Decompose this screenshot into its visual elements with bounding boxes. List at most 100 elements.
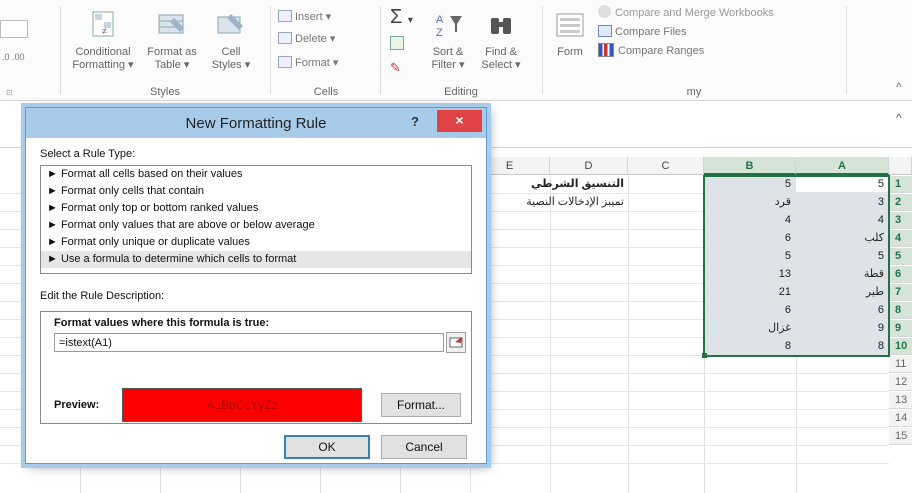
row-header-1[interactable]: 1	[889, 176, 912, 193]
rule-type-item-selected[interactable]: ► Use a formula to determine which cells…	[41, 251, 471, 268]
rule-type-list[interactable]: ► Format all cells based on their values…	[40, 165, 472, 274]
number-group-partial: .0 .00 ⊡	[0, 0, 58, 101]
rule-type-item[interactable]: ► Format all cells based on their values	[41, 166, 471, 183]
compare-ranges-button[interactable]: Compare Ranges	[598, 42, 704, 60]
clear-icon[interactable]: ✎	[390, 60, 401, 76]
conditional-formatting-icon: ≠	[87, 10, 119, 40]
compare-merge-icon	[598, 5, 611, 18]
range-picker-button[interactable]	[446, 332, 466, 353]
fill-icon[interactable]	[390, 36, 404, 50]
row-header-8[interactable]: 8	[889, 302, 912, 319]
row-header-9[interactable]: 9	[889, 320, 912, 337]
cell-b10[interactable]: 8	[704, 338, 796, 355]
form-icon	[554, 10, 586, 40]
number-format-dropdown[interactable]	[0, 20, 28, 38]
cells-group-label: Cells	[313, 86, 339, 98]
column-header-c[interactable]: C	[628, 157, 704, 175]
row-header-14[interactable]: 14	[889, 410, 912, 427]
cell-b5[interactable]: 5	[704, 248, 796, 265]
cell-d2[interactable]: تميبز الإدخالات النصية	[470, 194, 628, 211]
cell-b9[interactable]: غزال	[704, 320, 796, 337]
styles-group: ≠ Conditional Formatting ▾ Format as Tab…	[62, 0, 268, 101]
row-header-2[interactable]: 2	[889, 194, 912, 211]
row-header-3[interactable]: 3	[889, 212, 912, 229]
cell-styles-button[interactable]: Cell Styles ▾	[206, 10, 256, 72]
row-header-15[interactable]: 15	[889, 428, 912, 445]
cell-b8[interactable]: 6	[704, 302, 796, 319]
cell-a3[interactable]: 4	[796, 212, 889, 229]
form-button[interactable]: Form	[550, 10, 590, 59]
dialog-title-bar[interactable]: New Formatting Rule ? ×	[26, 108, 486, 138]
cell-a7[interactable]: طير	[796, 284, 889, 301]
close-button[interactable]: ×	[437, 110, 482, 132]
conditional-formatting-button[interactable]: ≠ Conditional Formatting ▾	[68, 10, 138, 72]
format-button[interactable]: Format...	[381, 393, 461, 417]
compare-files-button[interactable]: Compare Files	[598, 23, 687, 41]
sort-filter-button[interactable]: AZ Sort & Filter ▾	[422, 10, 474, 72]
cell-a5[interactable]: 5	[796, 248, 889, 265]
row-header-4[interactable]: 4	[889, 230, 912, 247]
row-header-11[interactable]: 11	[889, 356, 912, 373]
cell-a2[interactable]: 3	[796, 194, 889, 211]
column-header-d[interactable]: D	[550, 157, 628, 175]
cell-a9[interactable]: 9	[796, 320, 889, 337]
styles-group-label: Styles	[150, 86, 180, 98]
svg-text:≠: ≠	[102, 26, 107, 36]
cell-a8[interactable]: 6	[796, 302, 889, 319]
row-header-6[interactable]: 6	[889, 266, 912, 283]
fill-handle[interactable]	[702, 353, 707, 358]
my-group-label: my	[686, 86, 702, 98]
cancel-button[interactable]: Cancel	[381, 435, 467, 459]
cell-b3[interactable]: 4	[704, 212, 796, 229]
delete-button[interactable]: Delete ▾	[278, 30, 335, 48]
cell-b1[interactable]: 5	[704, 176, 796, 193]
format-as-table-button[interactable]: Format as Table ▾	[140, 10, 204, 72]
format-preview: AaBbCcYyZz	[122, 388, 362, 422]
cell-a4[interactable]: كلب	[796, 230, 889, 247]
expand-formula-bar-icon[interactable]: ^	[896, 111, 902, 125]
rule-type-item[interactable]: ► Format only unique or duplicate values	[41, 234, 471, 251]
column-header-b[interactable]: B	[704, 157, 796, 175]
format-as-table-icon	[156, 10, 188, 40]
cell-b6[interactable]: 13	[704, 266, 796, 283]
cell-b7[interactable]: 21	[704, 284, 796, 301]
find-select-button[interactable]: Find & Select ▾	[476, 10, 526, 72]
help-button[interactable]: ?	[411, 114, 419, 129]
my-group: Form Compare and Merge Workbooks Compare…	[544, 0, 844, 101]
rule-type-item[interactable]: ► Format only cells that contain	[41, 183, 471, 200]
row-header-10[interactable]: 10	[889, 338, 912, 355]
collapse-ribbon-icon[interactable]: ^	[896, 80, 902, 94]
insert-button[interactable]: Insert ▾	[278, 8, 331, 26]
cell-d1[interactable]: التنسيق الشرطي	[470, 176, 628, 193]
launcher-icon[interactable]: ⊡	[6, 88, 13, 97]
edit-rule-description-label: Edit the Rule Description:	[40, 290, 165, 302]
cell-styles-icon	[215, 10, 247, 40]
row-header-5[interactable]: 5	[889, 248, 912, 265]
select-all-corner[interactable]	[889, 157, 912, 175]
delete-icon	[278, 32, 292, 44]
cell-a6[interactable]: قطة	[796, 266, 889, 283]
compare-merge-button[interactable]: Compare and Merge Workbooks	[598, 4, 774, 22]
ribbon: .0 .00 ⊡ ≠ Conditional Formatting ▾ Form…	[0, 0, 912, 101]
svg-text:Z: Z	[436, 27, 443, 39]
cells-group: Insert ▾ Delete ▾ Format ▾ Cells	[272, 0, 380, 101]
rule-type-item[interactable]: ► Format only values that are above or b…	[41, 217, 471, 234]
row-header-13[interactable]: 13	[889, 392, 912, 409]
format-button[interactable]: Format ▾	[278, 54, 338, 72]
rule-type-item[interactable]: ► Format only top or bottom ranked value…	[41, 200, 471, 217]
decimal-icon[interactable]: .0 .00	[2, 52, 25, 62]
formula-input[interactable]	[54, 333, 444, 352]
autosum-icon[interactable]: Σ ▾	[390, 6, 413, 29]
row-header-7[interactable]: 7	[889, 284, 912, 301]
cell-a1[interactable]: 5	[796, 176, 889, 193]
cell-b2[interactable]: قرد	[704, 194, 796, 211]
column-header-a[interactable]: A	[796, 157, 889, 175]
editing-group-label: Editing	[444, 86, 478, 98]
compare-files-icon	[598, 25, 612, 37]
binoculars-icon	[485, 10, 517, 40]
row-header-12[interactable]: 12	[889, 374, 912, 391]
select-rule-type-label: Select a Rule Type:	[40, 148, 136, 160]
cell-a10[interactable]: 8	[796, 338, 889, 355]
cell-b4[interactable]: 6	[704, 230, 796, 247]
ok-button[interactable]: OK	[284, 435, 370, 459]
